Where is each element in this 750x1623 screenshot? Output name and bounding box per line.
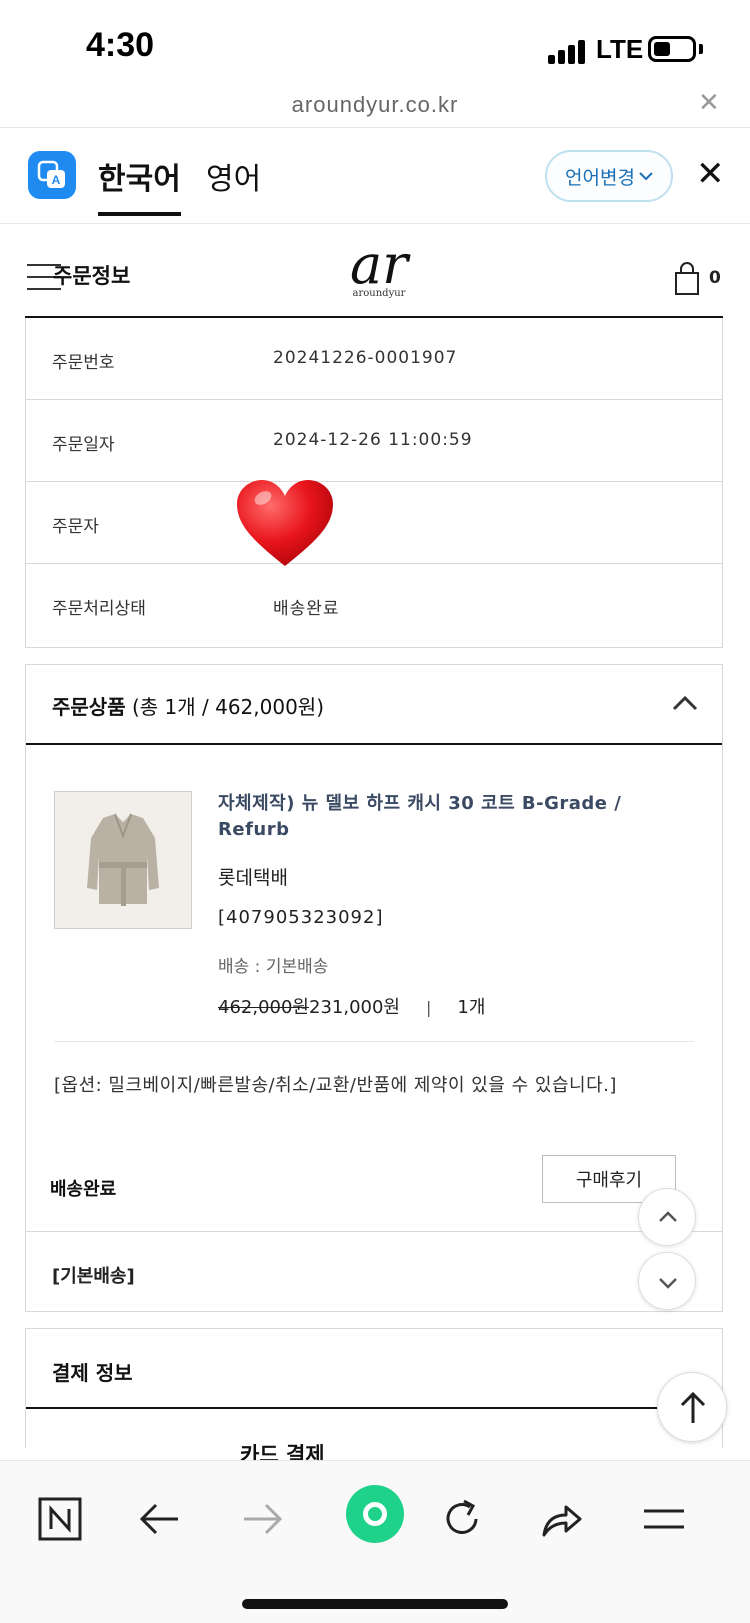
courier-name: 롯데택배	[218, 867, 288, 889]
share-button[interactable]	[532, 1489, 592, 1549]
page-title: 주문정보	[53, 264, 131, 288]
tab-korean[interactable]: 한국어	[98, 154, 181, 216]
product-option: [옵션: 밀크베이지/빠른발송/취소/교환/반품에 제약이 있을 수 있습니다.…	[54, 1075, 617, 1096]
chevron-down-icon	[639, 172, 653, 181]
shipping-group-row: [기본배송]	[26, 1231, 722, 1311]
back-button[interactable]	[130, 1489, 190, 1549]
hamburger-icon	[644, 1509, 684, 1529]
forward-button[interactable]	[232, 1489, 292, 1549]
status-time: 4:30	[86, 26, 155, 64]
order-date-value: 2024-12-26 11:00:59	[273, 430, 473, 450]
product-thumbnail[interactable]	[54, 791, 192, 929]
refresh-button[interactable]	[432, 1489, 492, 1549]
chevron-up-icon	[659, 1211, 677, 1222]
original-price: 462,000원	[218, 997, 309, 1018]
menu-button[interactable]	[634, 1489, 694, 1549]
url-bar[interactable]: aroundyur.co.kr ✕	[0, 88, 750, 128]
product-name[interactable]: 자체제작) 뉴 델보 하프 캐시 30 코트 B-Grade / Refurb	[218, 791, 688, 843]
scroll-down-button[interactable]	[638, 1252, 696, 1310]
order-number-label: 주문번호	[52, 353, 115, 373]
order-number-value: 20241226-0001907	[273, 348, 458, 368]
refresh-icon	[446, 1499, 478, 1534]
order-products-title: 주문상품 (총 1개 / 462,000원)	[52, 691, 324, 720]
order-status-row: 주문처리상태 배송완료	[26, 564, 722, 646]
delivery-status: 배송완료	[50, 1179, 117, 1200]
cart-count: 0	[709, 268, 721, 288]
signal-icon	[548, 38, 588, 64]
shipping-group-label: [기본배송]	[52, 1266, 135, 1287]
order-info-table: 주문번호 20241226-0001907 주문일자 2024-12-26 11…	[25, 318, 723, 648]
battery-icon	[648, 36, 696, 62]
product-price: 462,000원 231,000원 | 1개	[218, 993, 485, 1019]
shopping-bag-icon[interactable]	[673, 262, 701, 296]
arrow-up-icon	[680, 1391, 706, 1423]
scroll-up-button[interactable]	[638, 1188, 696, 1246]
site-header: 주문정보 ar aroundyur 0	[25, 232, 723, 318]
translate-bar: A 한국어 영어 언어변경 ✕	[0, 128, 750, 224]
heart-sticker-icon	[237, 480, 333, 566]
order-products-summary: (총 1개 / 462,000원)	[131, 695, 325, 719]
order-number-row: 주문번호 20241226-0001907	[26, 318, 722, 400]
naver-icon	[38, 1497, 82, 1541]
home-indicator	[242, 1599, 508, 1609]
order-status-label: 주문처리상태	[52, 599, 146, 619]
translate-close-icon[interactable]: ✕	[696, 154, 725, 194]
status-bar: 4:30 LTE	[0, 0, 750, 90]
url-text[interactable]: aroundyur.co.kr	[0, 92, 750, 118]
product-quantity: 1개	[457, 997, 486, 1018]
green-dot-button[interactable]	[346, 1485, 404, 1543]
brand-logo[interactable]: ar aroundyur	[339, 238, 419, 308]
payment-title: 결제 정보	[52, 1361, 133, 1385]
svg-text:A: A	[52, 173, 61, 187]
chevron-down-icon	[659, 1278, 677, 1289]
network-type: LTE	[596, 34, 644, 64]
translate-logo-icon: A	[28, 151, 76, 199]
close-icon[interactable]: ✕	[698, 88, 720, 118]
naver-home-button[interactable]	[30, 1489, 90, 1549]
price-separator: |	[426, 998, 432, 1017]
tracking-number[interactable]: [407905323092]	[218, 907, 383, 928]
order-status-value: 배송완료	[273, 599, 340, 619]
browser-toolbar	[0, 1460, 750, 1623]
order-products-label: 주문상품	[52, 695, 126, 719]
scroll-to-top-button[interactable]	[657, 1372, 727, 1442]
order-date-label: 주문일자	[52, 435, 115, 455]
order-products-section: 주문상품 (총 1개 / 462,000원) 자체제작) 뉴 델보 하프 캐시 …	[25, 664, 723, 1312]
orderer-label: 주문자	[52, 517, 99, 537]
shipping-method: 배송 : 기본배송	[218, 957, 329, 977]
chevron-up-icon[interactable]	[672, 695, 698, 711]
payment-section: 결제 정보 카드 결제	[25, 1328, 723, 1467]
arrow-left-icon	[139, 1503, 178, 1535]
order-date-row: 주문일자 2024-12-26 11:00:59	[26, 400, 722, 482]
payment-header[interactable]: 결제 정보	[26, 1329, 722, 1409]
tab-english[interactable]: 영어	[206, 154, 261, 198]
order-products-header[interactable]: 주문상품 (총 1개 / 462,000원)	[26, 665, 722, 745]
arrow-right-icon	[244, 1503, 283, 1535]
share-icon	[542, 1505, 582, 1537]
sale-price: 231,000원	[309, 997, 400, 1018]
divider	[54, 1041, 694, 1042]
change-language-label: 언어변경	[565, 166, 635, 189]
change-language-button[interactable]: 언어변경	[545, 150, 673, 202]
orderer-row: 주문자	[26, 482, 722, 564]
